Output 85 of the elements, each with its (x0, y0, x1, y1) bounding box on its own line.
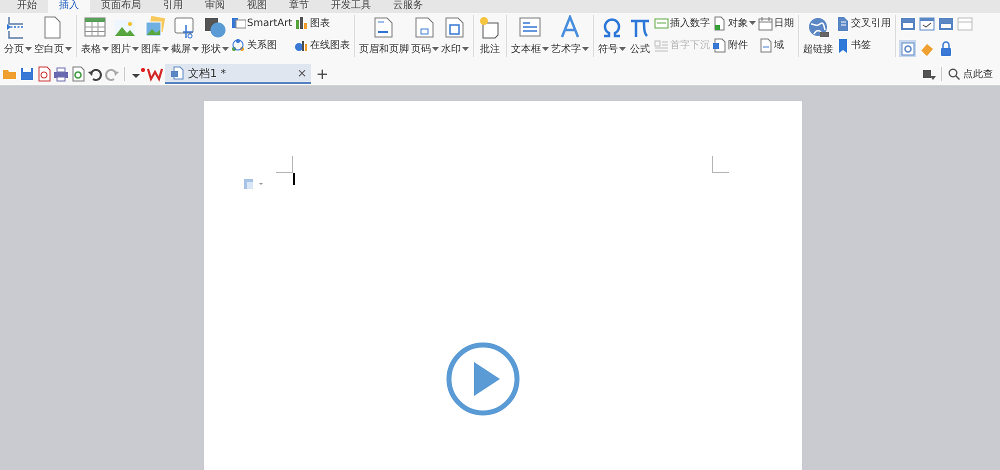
form-field-icon (900, 40, 916, 56)
attachment-icon (712, 38, 728, 52)
relation-diagram-icon (231, 38, 246, 52)
search-field[interactable]: 点此查 (946, 68, 1000, 80)
menu-tab[interactable]: 插入 (48, 0, 90, 13)
object-icon (712, 16, 728, 30)
document-tab[interactable]: 文档1 * × (165, 64, 311, 84)
ribbon-command[interactable]: 页码 (410, 15, 440, 55)
ribbon-command[interactable]: 图片 (110, 15, 140, 55)
pdf-export-icon[interactable] (36, 66, 52, 82)
calendar-icon (758, 16, 774, 30)
ribbon-command[interactable]: 文本框 (510, 15, 550, 55)
form-control-button[interactable] (918, 15, 936, 32)
caret-icon (582, 47, 590, 51)
close-tab-button[interactable]: × (296, 66, 307, 80)
ribbon-command[interactable]: 书签 (835, 37, 892, 53)
document-icon (170, 66, 184, 80)
caret-icon (25, 47, 32, 51)
ribbon-command[interactable]: 插入数字 (654, 15, 710, 31)
number-icon (654, 16, 670, 30)
menu-tab[interactable]: 云服务 (382, 0, 434, 13)
ribbon-command[interactable]: 在线图表 (294, 37, 350, 53)
print-preview-icon[interactable] (70, 66, 86, 82)
caret-icon (542, 47, 550, 51)
caret-icon (432, 47, 440, 51)
dropdown-menu-icon[interactable] (922, 67, 936, 81)
menu-tab[interactable]: 视图 (236, 0, 278, 13)
play-icon[interactable] (446, 342, 520, 416)
shapes-icon (203, 15, 227, 39)
ribbon-command[interactable]: 交叉引用 (835, 15, 892, 31)
caret-icon (102, 47, 109, 51)
caret-icon (462, 47, 470, 51)
smartart-icon (231, 16, 246, 30)
form-control-button[interactable] (937, 15, 954, 32)
form-control-button[interactable] (899, 40, 916, 57)
field-icon (758, 38, 774, 52)
wps-logo-icon[interactable] (146, 66, 162, 82)
ribbon-command[interactable]: 艺术字 (550, 15, 590, 55)
ribbon-command[interactable]: 空白页 (33, 15, 73, 55)
menu-tab[interactable]: 开始 (6, 0, 48, 13)
ribbon-command[interactable]: 表格 (80, 15, 110, 55)
text-cursor (293, 173, 295, 185)
caret-icon (192, 47, 199, 51)
menu-tab[interactable]: 开发工具 (320, 0, 382, 13)
ribbon-command: 首字下沉 (654, 37, 710, 53)
search-icon (948, 68, 960, 80)
bar-chart-icon (294, 16, 310, 30)
ribbon-command[interactable]: 符号 (597, 15, 628, 55)
print-icon[interactable] (52, 66, 68, 82)
ribbon-command[interactable]: 形状 (200, 15, 230, 55)
margin-corner-mark (276, 156, 293, 173)
ribbon-command[interactable]: SmartArt (231, 15, 292, 31)
caret-icon (222, 47, 229, 51)
caret-icon (162, 47, 169, 51)
drop-cap-icon (654, 38, 670, 52)
ribbon-command[interactable]: 图表 (294, 15, 350, 31)
ribbon-command[interactable]: 域 (758, 37, 794, 53)
caret-icon (65, 47, 72, 51)
ribbon-command[interactable]: 日期 (758, 15, 794, 31)
ribbon-command[interactable]: 页眉和页脚 (358, 15, 410, 55)
menu-tab[interactable]: 引用 (152, 0, 194, 13)
form-text-icon (900, 16, 916, 32)
cross-reference-icon (835, 16, 850, 30)
save-icon[interactable] (18, 66, 34, 82)
undo-icon[interactable] (86, 66, 102, 82)
ribbon-command[interactable]: 附件 (712, 37, 756, 53)
ribbon-command[interactable]: 水印 (440, 15, 470, 55)
ribbon-command[interactable]: 对象 (712, 15, 756, 31)
caret-icon (749, 21, 756, 25)
ribbon-command[interactable]: 分页 (3, 15, 33, 55)
ribbon-command[interactable]: 图库 (140, 15, 170, 55)
ribbon-command[interactable]: 公式 (627, 15, 654, 55)
menu-tab[interactable]: 页面布局 (90, 0, 152, 13)
caret-icon (619, 47, 626, 51)
ribbon-command[interactable]: 批注 (477, 15, 504, 55)
form-frame-icon (956, 16, 973, 32)
form-checkbox-icon (918, 16, 935, 32)
caret-icon (132, 47, 139, 51)
ribbon-command[interactable]: 截屏 (170, 15, 200, 55)
form-control-button[interactable] (899, 15, 916, 32)
margin-corner-mark (712, 156, 729, 173)
new-tab-button[interactable]: + (311, 65, 334, 83)
ribbon-command[interactable]: 关系图 (231, 37, 292, 53)
form-dropdown-icon (938, 16, 954, 32)
ribbon-command[interactable]: 超链接 (802, 15, 834, 55)
